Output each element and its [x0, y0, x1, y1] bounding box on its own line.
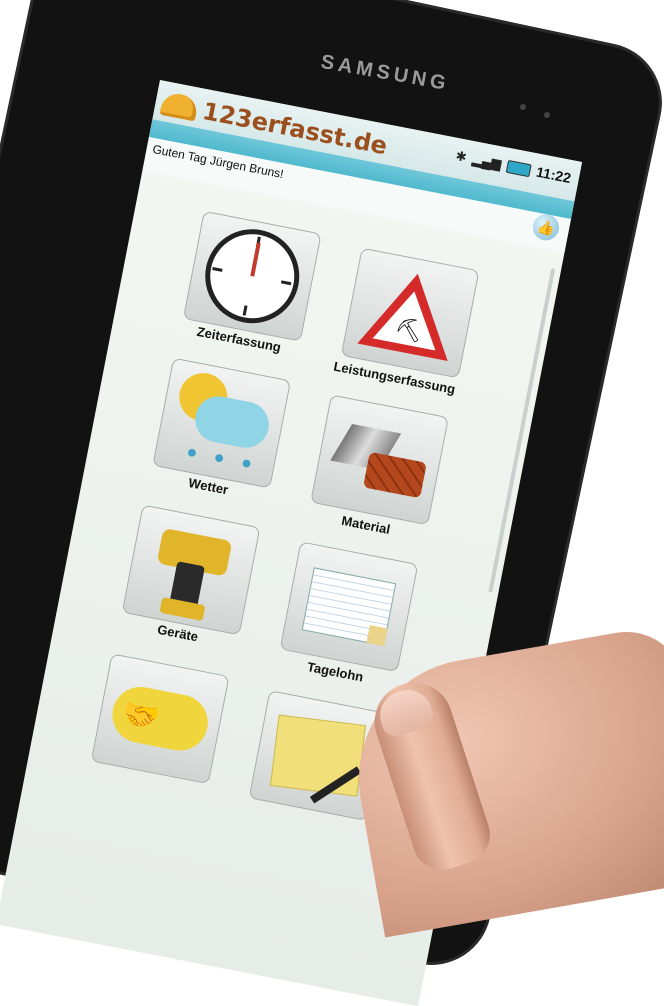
tile-material[interactable]: [310, 394, 449, 526]
note-icon: [269, 714, 367, 804]
material-icon: [311, 396, 447, 525]
thumbs-up-button[interactable]: 👍: [530, 212, 562, 243]
tile-geraete[interactable]: [121, 504, 261, 636]
tile-leistungserfassung[interactable]: ⛏: [340, 247, 480, 379]
hardhat-icon: [159, 90, 200, 122]
signal-icon: ▂▄▆: [471, 151, 503, 172]
construction-warning-icon: ⛏: [357, 264, 463, 362]
tile-handshake[interactable]: 🤝: [90, 653, 230, 785]
sensor-icon: [544, 112, 550, 118]
camera-icon: [520, 104, 526, 110]
clock-icon: [197, 221, 308, 332]
tile-wetter[interactable]: ● ● ●: [152, 357, 292, 489]
tile-tagelohn[interactable]: [279, 541, 419, 673]
tile-zeiterfassung[interactable]: [182, 210, 322, 342]
thumbs-up-icon: 👍: [535, 217, 557, 237]
drill-icon: [123, 506, 259, 635]
status-time: 11:22: [534, 163, 573, 187]
bluetooth-icon: ✱: [454, 147, 469, 165]
handshake-icon: 🤝: [107, 682, 213, 756]
weather-icon: ● ● ●: [153, 359, 289, 488]
battery-icon: [505, 159, 532, 177]
timesheet-icon: [301, 567, 397, 647]
